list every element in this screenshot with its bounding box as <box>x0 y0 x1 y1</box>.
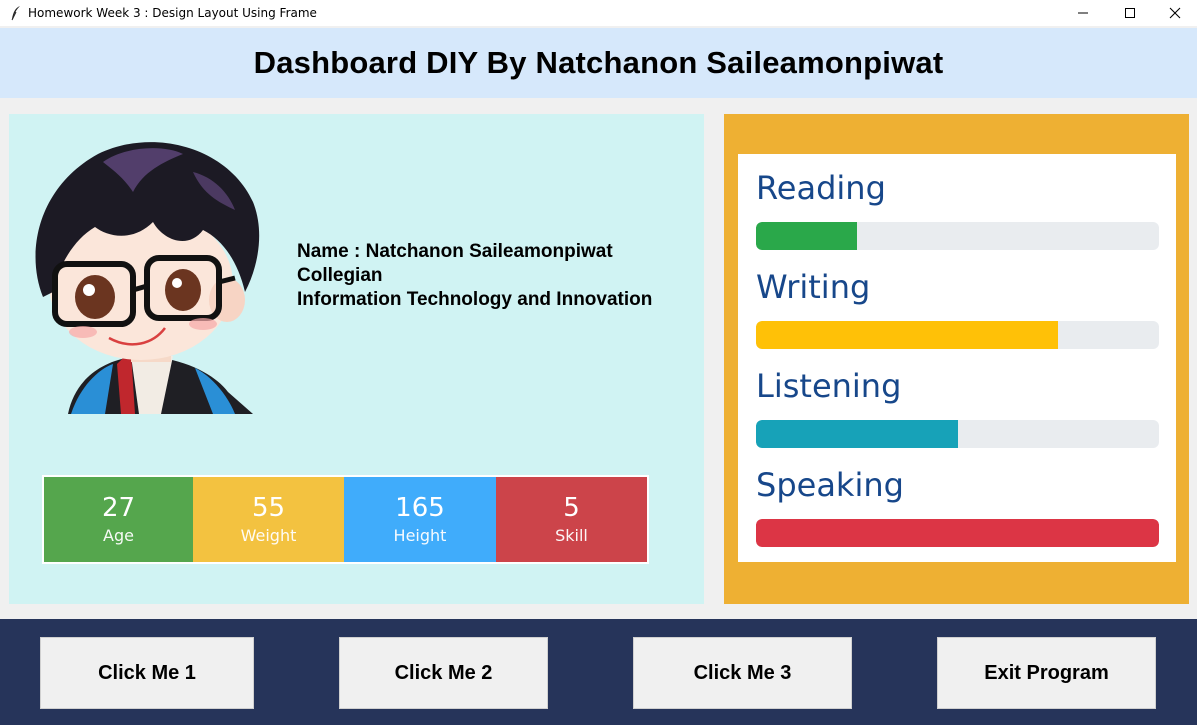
skill-speaking-fill <box>756 519 1159 547</box>
stats-bar: 27 Age 55 Weight 165 Height 5 Skill <box>42 475 649 564</box>
minimize-icon[interactable] <box>1060 0 1106 26</box>
skill-reading-fill <box>756 222 857 250</box>
skill-speaking-progressbar <box>756 519 1159 547</box>
button-bar: Click Me 1 Click Me 2 Click Me 3 Exit Pr… <box>0 619 1197 725</box>
stat-value: 165 <box>395 492 445 523</box>
skill-writing-progressbar <box>756 321 1159 349</box>
skill-listening-fill <box>756 420 958 448</box>
stat-age: 27 Age <box>44 477 193 562</box>
stat-value: 27 <box>101 492 136 523</box>
stat-label: Weight <box>240 525 297 545</box>
stat-weight: 55 Weight <box>193 477 344 562</box>
stat-value: 5 <box>563 492 580 523</box>
stat-skill: 5 Skill <box>496 477 647 562</box>
close-icon[interactable] <box>1152 0 1197 26</box>
feather-icon <box>6 0 26 26</box>
stat-label: Height <box>393 525 447 545</box>
skill-listening-label: Listening <box>756 367 902 405</box>
skill-reading-progressbar <box>756 222 1159 250</box>
maximize-icon[interactable] <box>1107 0 1153 26</box>
click-me-1-button[interactable]: Click Me 1 <box>40 637 254 709</box>
skill-reading-label: Reading <box>756 169 886 207</box>
exit-program-button[interactable]: Exit Program <box>937 637 1156 709</box>
stat-value: 55 <box>251 492 286 523</box>
stat-height: 165 Height <box>344 477 496 562</box>
skill-writing-fill <box>756 321 1059 349</box>
window-titlebar: Homework Week 3 : Design Layout Using Fr… <box>0 0 1197 26</box>
skill-speaking-label: Speaking <box>756 466 904 504</box>
page-title: Dashboard DIY By Natchanon Saileamonpiwa… <box>253 45 944 80</box>
profile-info: Name : Natchanon Saileamonpiwat Collegia… <box>297 240 652 312</box>
stat-label: Age <box>103 525 134 545</box>
profile-faculty: Information Technology and Innovation <box>297 289 653 310</box>
profile-role: Collegian <box>297 265 383 286</box>
skill-listening-progressbar <box>756 420 1159 448</box>
profile-panel: Name : Natchanon Saileamonpiwat Collegia… <box>9 114 704 604</box>
avatar <box>13 132 263 414</box>
stat-label: Skill <box>555 525 588 545</box>
skill-writing-label: Writing <box>756 268 871 306</box>
header-banner: Dashboard DIY By Natchanon Saileamonpiwa… <box>0 28 1197 98</box>
skills-card: Reading Writing Listening Speaking <box>738 154 1176 562</box>
profile-name: Name : Natchanon Saileamonpiwat <box>297 241 613 262</box>
click-me-3-button[interactable]: Click Me 3 <box>633 637 852 709</box>
click-me-2-button[interactable]: Click Me 2 <box>339 637 548 709</box>
skills-frame: Reading Writing Listening Speaking <box>724 114 1189 604</box>
window-title: Homework Week 3 : Design Layout Using Fr… <box>28 6 317 20</box>
